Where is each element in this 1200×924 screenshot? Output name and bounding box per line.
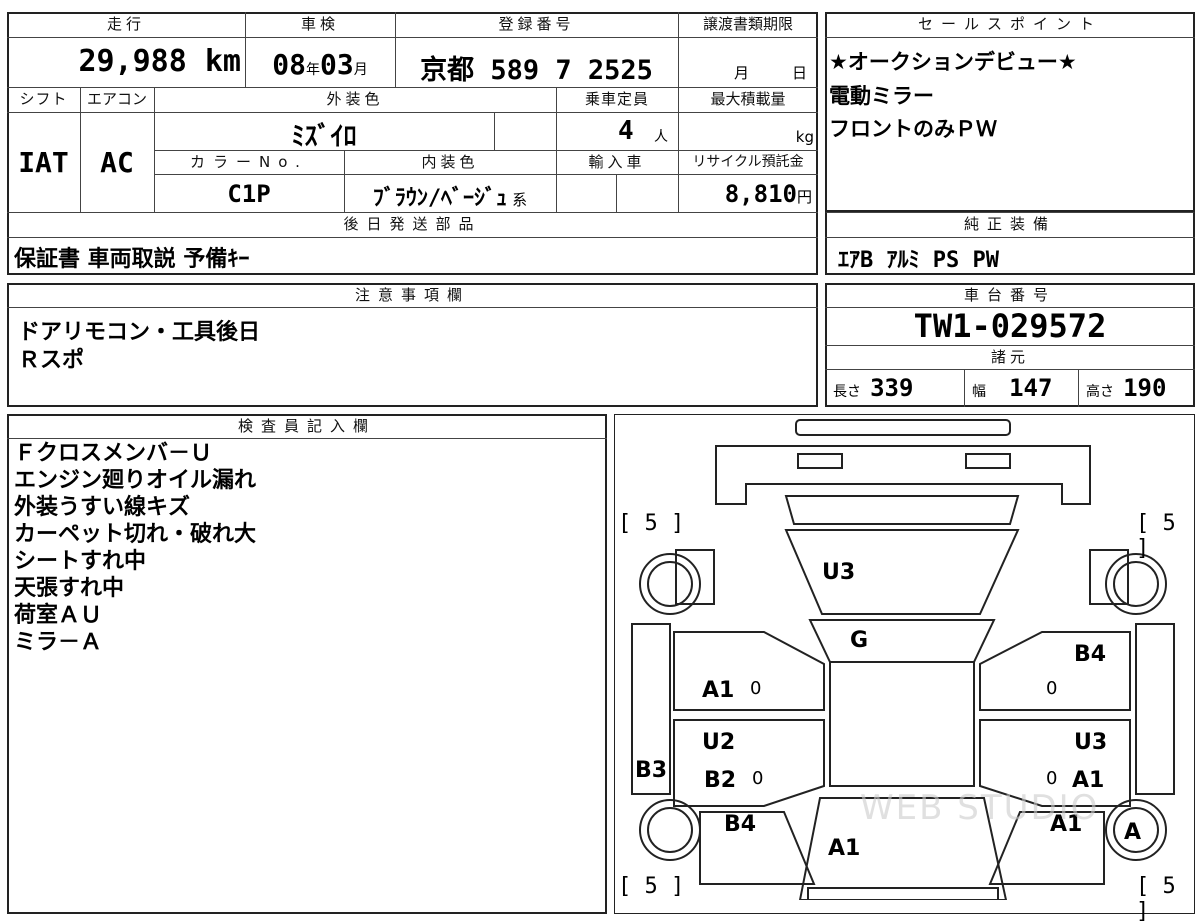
chassis-label: 車台番号 (963, 286, 1056, 304)
color-no-value: C1P (227, 180, 271, 208)
mark-left-side: B3 (635, 758, 668, 783)
sales-point-box (825, 12, 1195, 212)
mark-zero-3: 0 (1046, 678, 1058, 699)
mark-rf-door: B4 (1074, 642, 1107, 667)
front-bumper (807, 887, 999, 900)
notes-label: 注意事項欄 (354, 286, 470, 304)
sales-point-line-2: 電動ミラー (829, 84, 934, 108)
notes-line-2: Ｒスポ (18, 348, 85, 373)
watermark: WEB STUDIO (860, 788, 1100, 828)
inspector-line: 荷室ＡＵ (14, 603, 103, 628)
chassis-value: TW1-029572 (913, 307, 1107, 345)
interior-color-label: 内装色 (421, 153, 479, 171)
mileage-label: 走行 (106, 15, 145, 33)
rear-bumper (795, 419, 1011, 436)
genuine-equipment-label: 純正装備 (963, 215, 1056, 233)
mark-wheel-rf: A (1124, 820, 1142, 845)
spec-length: 長さ 339 (833, 374, 914, 402)
shift-label: シフト (19, 90, 68, 108)
right-side-strip (1135, 623, 1175, 795)
tread-front-left: [ 5 ] (618, 874, 685, 899)
mark-lf-door: A1 (702, 678, 735, 703)
inspector-line: 外装うすい線キズ (14, 495, 191, 520)
inspector-line: エンジン廻りオイル漏れ (14, 468, 257, 493)
mark-zero-4: 0 (1046, 768, 1058, 789)
max-load-unit: kg (795, 128, 814, 146)
mark-roof: U3 (822, 560, 856, 585)
transfer-label: 譲渡書類期限 (702, 15, 793, 33)
specs-label: 諸元 (990, 348, 1029, 366)
recycle-value: 8,810円 (724, 180, 812, 208)
registration-label: 登録番号 (498, 15, 575, 33)
rear-glass (784, 495, 1020, 525)
tail-lamp-left (797, 453, 843, 469)
interior-color-value: ﾌﾞﾗｳﾝ/ﾍﾞｰｼﾞｭ 系 (372, 186, 528, 211)
inspector-line: シートすれ中 (14, 549, 147, 574)
later-parts-value: 保証書 車両取説 予備ｷｰ (14, 247, 250, 272)
spec-height: 高さ 190 (1086, 374, 1167, 402)
sales-point-label: セールスポイント (917, 15, 1102, 33)
mark-hood: G (850, 628, 869, 653)
sales-point-line-3: フロントのみＰＷ (829, 117, 997, 141)
exterior-color-value: ﾐｽﾞｲﾛ (291, 122, 357, 152)
inspector-line: カーペット切れ・破れ大 (14, 522, 257, 547)
mileage-value: 29,988 km (78, 44, 241, 79)
mark-lf-rear: B2 (704, 768, 737, 793)
tail-lamp-right (965, 453, 1011, 469)
registration-value: 京都 589 7 2525 (420, 55, 653, 86)
sales-point-line-1: ★オークションデビュー★ (829, 50, 1077, 74)
windshield (808, 619, 996, 663)
import-label: 輸入車 (588, 153, 646, 171)
genuine-equipment-value: ｴｱB ｱﾙﾐ PS PW (838, 248, 999, 273)
color-no-label: カラーNo. (190, 153, 308, 171)
tread-rear-left: [ 5 ] (618, 511, 685, 536)
capacity-label: 乗車定員 (584, 90, 649, 108)
cabin-top (829, 661, 975, 787)
spec-width: 幅 147 (972, 374, 1053, 402)
later-parts-label: 後日発送部品 (343, 215, 482, 233)
mark-zero-2: 0 (752, 768, 764, 789)
mark-zero-1: 0 (750, 678, 762, 699)
max-load-label: 最大積載量 (710, 90, 786, 108)
rear-left-pillar (675, 549, 715, 605)
inspector-label: 検査員記入欄 (237, 417, 376, 435)
left-front-fender (699, 811, 816, 885)
mark-lf-fender: B4 (724, 812, 757, 837)
roof (784, 529, 1020, 615)
tread-front-right: [ 5 ] (1136, 874, 1176, 924)
mark-front: A1 (828, 836, 861, 861)
inspector-line: ミラ－Ａ (14, 630, 103, 655)
inspector-line: Ｆクロスメンバ－Ｕ (14, 441, 213, 466)
aircon-label: エアコン (86, 90, 147, 108)
aircon-value: AC (100, 146, 134, 179)
mark-lf-door2: U2 (702, 730, 736, 755)
inspector-list: Ｆクロスメンバ－Ｕ エンジン廻りオイル漏れ 外装うすい線キズ カーペット切れ・破… (14, 440, 256, 656)
left-rear-door (673, 631, 825, 711)
inspector-line: 天張すれ中 (14, 576, 125, 601)
tread-rear-right: [ 5 ] (1136, 511, 1176, 561)
mark-rf-rear: U3 (1074, 730, 1108, 755)
shift-value: IAT (18, 146, 69, 179)
recycle-label: リサイクル預託金 (692, 154, 804, 170)
left-front-door (673, 719, 825, 807)
inspection-label: 車検 (300, 15, 339, 33)
inspection-value: 08年03月 (272, 48, 368, 81)
exterior-color-label: 外装色 (326, 90, 384, 108)
